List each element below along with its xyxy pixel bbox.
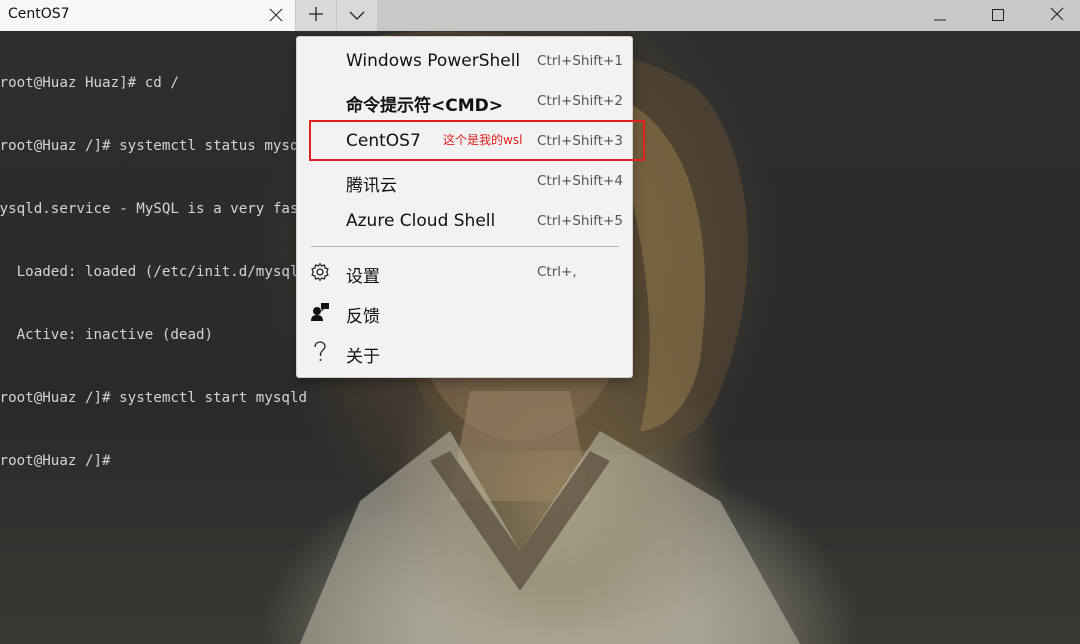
menu-item-label: 命令提示符<CMD> — [346, 96, 503, 116]
feedback-icon — [309, 301, 331, 323]
menu-item-label: 设置 — [346, 267, 380, 287]
menu-item-shortcut: Ctrl+Shift+1 — [537, 53, 623, 69]
terminal-line: [root@Huaz /]# systemctl start mysqld — [0, 390, 308, 406]
chevron-down-icon — [349, 6, 365, 25]
maximize-button[interactable] — [968, 0, 1028, 31]
terminal-line: Active: inactive (dead) — [0, 327, 214, 343]
minimize-icon — [934, 6, 946, 25]
menu-separator — [311, 246, 619, 247]
menu-item-shortcut: Ctrl+Shift+2 — [537, 93, 623, 109]
profile-dropdown-menu: Windows PowerShell Ctrl+Shift+1 命令提示符<CM… — [296, 36, 633, 378]
terminal-output: [root@Huaz Huaz]# cd / [root@Huaz /]# sy… — [0, 31, 316, 514]
terminal-line: Loaded: loaded (/etc/init.d/mysqld — [0, 264, 308, 280]
close-window-button[interactable] — [1027, 0, 1080, 31]
profile-dropdown-button[interactable] — [337, 0, 377, 31]
menu-item-label: 关于 — [346, 347, 380, 367]
menu-item-label: 反馈 — [346, 307, 380, 327]
new-tab-button[interactable] — [296, 0, 336, 31]
terminal-line: [root@Huaz /]# systemctl status mysqld — [0, 138, 316, 154]
title-bar: CentOS7 — [0, 0, 1080, 31]
minimize-button[interactable] — [910, 0, 970, 31]
annotation-text: 这个是我的wsl — [443, 133, 523, 147]
menu-item-azure-cloud-shell[interactable]: Azure Cloud Shell Ctrl+Shift+5 — [297, 201, 632, 241]
plus-icon — [308, 6, 324, 26]
menu-item-cmd[interactable]: 命令提示符<CMD> Ctrl+Shift+2 — [297, 81, 632, 121]
terminal-line: [root@Huaz Huaz]# cd / — [0, 75, 179, 91]
close-icon[interactable] — [266, 5, 286, 25]
close-icon — [1050, 6, 1064, 25]
gear-icon — [309, 261, 331, 283]
menu-item-label: Azure Cloud Shell — [346, 211, 496, 231]
menu-item-shortcut: Ctrl+Shift+5 — [537, 213, 623, 229]
terminal-line: mysqld.service - MySQL is a very fast — [0, 201, 308, 217]
terminal-line: [root@Huaz /]# — [0, 453, 111, 469]
question-icon — [309, 341, 331, 363]
menu-item-about[interactable]: 关于 — [297, 332, 632, 372]
tab-title: CentOS7 — [8, 6, 70, 22]
tab-centos7[interactable]: CentOS7 — [0, 0, 295, 31]
menu-item-shortcut: Ctrl+Shift+4 — [537, 173, 623, 189]
menu-item-tencent-cloud[interactable]: 腾讯云 Ctrl+Shift+4 — [297, 161, 632, 201]
menu-item-shortcut: Ctrl+, — [537, 264, 577, 280]
menu-item-windows-powershell[interactable]: Windows PowerShell Ctrl+Shift+1 — [297, 41, 632, 81]
menu-item-feedback[interactable]: 反馈 — [297, 292, 632, 332]
menu-item-label: 腾讯云 — [346, 176, 397, 196]
menu-item-label: Windows PowerShell — [346, 51, 521, 71]
menu-item-settings[interactable]: 设置 Ctrl+, — [297, 252, 632, 292]
maximize-icon — [992, 6, 1004, 25]
